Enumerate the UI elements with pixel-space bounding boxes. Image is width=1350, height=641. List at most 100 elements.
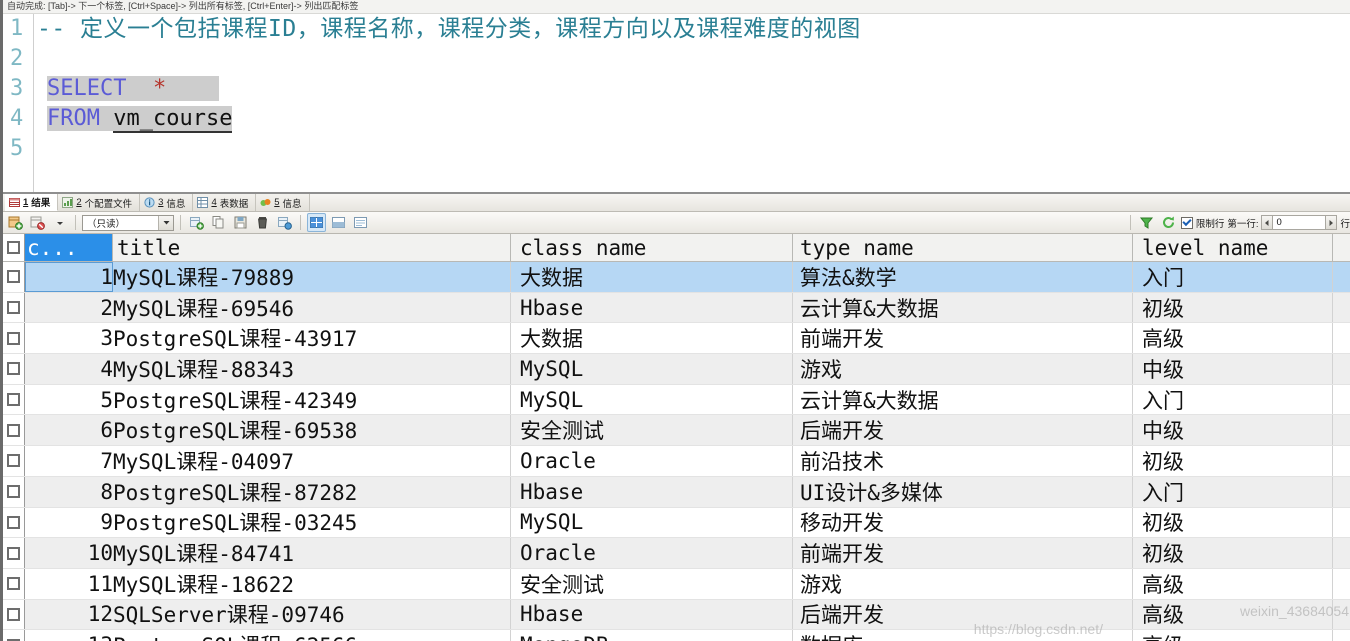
sql-editor[interactable]: 1 2 3 4 5 -- 定义一个包括课程ID，课程名称，课程分类，课程方向以及… <box>3 14 1350 192</box>
table-row[interactable]: 4 MySQL课程-88343 MySQL 游戏 中级 <box>3 354 1350 385</box>
table-row[interactable]: 10 MySQL课程-84741 Oracle 前端开发 初级 <box>3 538 1350 569</box>
row-select-cell[interactable] <box>3 568 25 599</box>
row-checkbox[interactable] <box>7 454 20 468</box>
cell-id[interactable]: 9 <box>25 508 113 538</box>
cell-level-name[interactable]: 入门 <box>1133 384 1333 415</box>
row-checkbox[interactable] <box>7 270 20 284</box>
chevron-down-icon[interactable] <box>158 215 173 230</box>
table-row[interactable]: 13PostgreSQL课程-62566MongoDB数据库高级 <box>3 630 1350 641</box>
cell-title[interactable]: MySQL课程-18622 <box>113 568 511 599</box>
table-row[interactable]: 9 PostgreSQL课程-03245 MySQL 移动开发 初级 <box>3 507 1350 539</box>
edit-mode-select[interactable]: （只读） <box>82 214 174 231</box>
cell-class-name[interactable]: 安全测试 <box>511 415 793 446</box>
cell-level-name[interactable]: 入门 <box>1133 262 1333 292</box>
cell-title[interactable]: PostgreSQL课程-87282 <box>113 476 511 507</box>
row-select-cell[interactable] <box>3 323 25 354</box>
cell-id[interactable]: 10 <box>25 538 113 568</box>
row-checkbox[interactable] <box>7 331 20 345</box>
row-select-cell[interactable] <box>3 507 25 538</box>
row-checkbox[interactable] <box>7 423 20 437</box>
table-row[interactable]: 5 PostgreSQL课程-42349 MySQL 云计算&大数据 入门 <box>3 384 1350 416</box>
cell-title[interactable]: MySQL课程-88343 <box>113 354 511 384</box>
cell-class-name[interactable]: MongoDB <box>511 630 793 641</box>
stepper-increment-icon[interactable] <box>1325 215 1338 230</box>
cell-type-name[interactable]: 前沿技术 <box>793 446 1133 476</box>
row-checkbox[interactable] <box>7 607 20 621</box>
row-select-cell[interactable] <box>3 599 25 630</box>
cell-title[interactable]: PostgreSQL课程-69538 <box>113 415 511 446</box>
cell-title[interactable]: MySQL课程-04097 <box>113 446 511 476</box>
cell-type-name[interactable]: 移动开发 <box>793 507 1133 538</box>
cell-title[interactable]: PostgreSQL课程-62566 <box>113 630 511 641</box>
cell-id[interactable]: 6 <box>25 415 113 445</box>
cell-title[interactable]: SQLServer课程-09746 <box>113 599 511 630</box>
cell-type-name[interactable]: 前端开发 <box>793 323 1133 354</box>
row-checkbox[interactable] <box>7 362 20 376</box>
row-select-cell[interactable] <box>3 262 25 292</box>
cell-id[interactable]: 12 <box>25 600 113 630</box>
table-row[interactable]: 6 PostgreSQL课程-69538 安全测试 后端开发 中级 <box>3 415 1350 447</box>
row-checkbox[interactable] <box>7 485 20 499</box>
cell-type-name[interactable]: 游戏 <box>793 354 1133 384</box>
cell-type-name[interactable]: 数据库 <box>793 630 1133 641</box>
cell-level-name[interactable]: 高级 <box>1133 323 1333 354</box>
first-row-value[interactable]: 0 <box>1273 215 1326 230</box>
cell-class-name[interactable]: Hbase <box>511 292 793 323</box>
column-header-type-name[interactable]: type name <box>793 234 1133 261</box>
cell-type-name[interactable]: 游戏 <box>793 568 1133 599</box>
cell-class-name[interactable]: MySQL <box>511 384 793 415</box>
row-select-cell[interactable] <box>3 292 25 323</box>
cell-class-name[interactable]: 大数据 <box>511 262 793 292</box>
refresh-record-icon[interactable] <box>275 213 294 232</box>
tab-table-data[interactable]: 4 表数据 <box>193 194 257 211</box>
cell-type-name[interactable]: 前端开发 <box>793 538 1133 568</box>
cell-id[interactable]: 13 <box>25 630 113 641</box>
row-select-cell[interactable] <box>3 354 25 384</box>
cell-type-name[interactable]: 后端开发 <box>793 599 1133 630</box>
tab-profile[interactable]: 2 个配置文件 <box>58 194 141 211</box>
cell-level-name[interactable]: 高级 <box>1133 599 1333 630</box>
cell-class-name[interactable]: 安全测试 <box>511 568 793 599</box>
apply-changes-icon[interactable] <box>6 213 25 232</box>
cell-level-name[interactable]: 高级 <box>1133 568 1333 599</box>
cell-title[interactable]: MySQL课程-84741 <box>113 538 511 568</box>
first-row-stepper[interactable]: 0 <box>1261 215 1338 230</box>
cell-id[interactable]: 5 <box>25 385 113 415</box>
filter-icon[interactable] <box>1137 213 1156 232</box>
cell-level-name[interactable]: 中级 <box>1133 354 1333 384</box>
result-grid[interactable]: c... title class name type name level na… <box>3 234 1350 641</box>
cell-class-name[interactable]: Hbase <box>511 599 793 630</box>
table-row[interactable]: 8 PostgreSQL课程-87282 Hbase UI设计&多媒体 入门 <box>3 476 1350 508</box>
tab-info[interactable]: 3 信息 <box>140 194 194 211</box>
cell-level-name[interactable]: 入门 <box>1133 476 1333 507</box>
row-checkbox[interactable] <box>7 546 20 560</box>
cell-level-name[interactable]: 初级 <box>1133 538 1333 568</box>
tab-status-info[interactable]: 5 信息 <box>256 194 310 211</box>
row-select-cell[interactable] <box>3 630 25 641</box>
table-row[interactable]: 7 MySQL课程-04097 Oracle 前沿技术 初级 <box>3 446 1350 477</box>
cell-type-name[interactable]: 算法&数学 <box>793 262 1133 292</box>
cell-class-name[interactable]: MySQL <box>511 507 793 538</box>
row-checkbox[interactable] <box>7 393 20 407</box>
cell-id[interactable]: 2 <box>25 293 113 323</box>
row-select-cell[interactable] <box>3 384 25 415</box>
row-checkbox[interactable] <box>7 301 20 315</box>
sql-code-area[interactable]: -- 定义一个包括课程ID，课程名称，课程分类，课程方向以及课程难度的视图 SE… <box>37 14 1350 192</box>
form-view-icon[interactable] <box>329 213 348 232</box>
add-record-icon[interactable] <box>187 213 206 232</box>
cell-level-name[interactable]: 高级 <box>1133 630 1333 641</box>
cell-title[interactable]: MySQL课程-69546 <box>113 292 511 323</box>
cell-level-name[interactable]: 初级 <box>1133 507 1333 538</box>
grid-body[interactable]: 1 MySQL课程-79889 大数据 算法&数学 入门 2 MySQL课程-69546 Hb… <box>3 262 1350 641</box>
cell-title[interactable]: MySQL课程-79889 <box>113 262 511 292</box>
row-select-cell[interactable] <box>3 538 25 568</box>
table-row[interactable]: 12 SQLServer课程-09746 Hbase 后端开发 高级 <box>3 599 1350 631</box>
row-select-cell[interactable] <box>3 476 25 507</box>
column-header-id[interactable]: c... <box>25 234 113 261</box>
cell-type-name[interactable]: UI设计&多媒体 <box>793 476 1133 507</box>
chevron-down-icon[interactable] <box>50 213 69 232</box>
refresh-icon[interactable] <box>1159 213 1178 232</box>
select-all-cell[interactable] <box>3 234 25 261</box>
cell-id[interactable]: 3 <box>25 323 113 353</box>
limit-rows-checkbox[interactable]: 限制行 <box>1180 216 1224 230</box>
